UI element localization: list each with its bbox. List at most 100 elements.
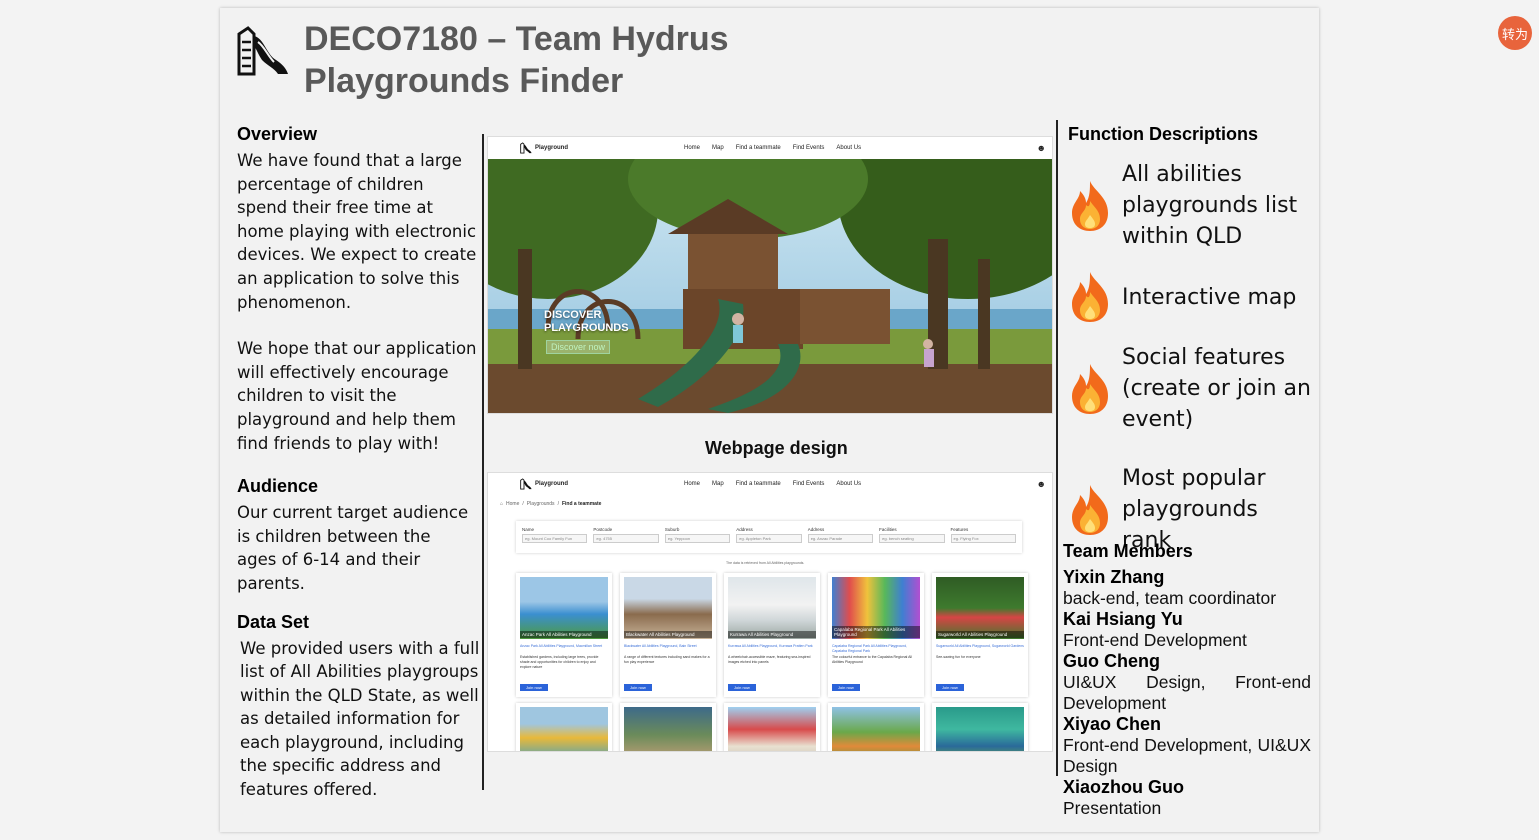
user-icon: ☻ — [1036, 479, 1046, 489]
function-item: Interactive map — [1068, 270, 1314, 324]
nav-find-events: Find Events — [792, 145, 825, 151]
homepage-nav-links: Home Map Find a teammate Find Events Abo… — [684, 145, 861, 151]
right-column: Function Descriptions All abilities play… — [1068, 124, 1314, 574]
homepage-screenshot: Playground Home Map Find a teammate Find… — [487, 136, 1053, 414]
nav-home: Home — [684, 145, 701, 151]
search-filters: Name eg. Mount Coo Family Fun Postcode eg.… — [516, 521, 1022, 553]
hero-line-2: PLAYGROUNDS — [544, 322, 629, 334]
member-name: Guo Cheng — [1063, 651, 1160, 671]
function-item: Social features (create or join an event… — [1068, 342, 1314, 435]
column-divider-left — [482, 134, 484, 790]
card-photo — [624, 707, 712, 751]
playground-cards-row-2 — [516, 703, 1028, 751]
function-text: All abilities playgrounds list within QL… — [1122, 162, 1298, 249]
member-role: UI&UX Design, Front-end Development — [1063, 672, 1311, 713]
overview-paragraph-1: We have found that a large percentage of… — [237, 151, 477, 312]
nav-map: Map — [712, 145, 724, 151]
card-photo — [936, 707, 1024, 751]
playground-cards: Anzac Park All Abilities Playground Anza… — [516, 573, 1028, 697]
card-photo — [832, 707, 920, 751]
overview-paragraph-2: We hope that our application will effect… — [237, 339, 477, 453]
hero-image: DISCOVER PLAYGROUNDS Discover now — [488, 159, 1052, 413]
nav-about-us: About Us — [836, 145, 862, 151]
fire-icon — [1072, 484, 1108, 535]
join-now-button: Join now — [624, 684, 652, 691]
poster-title: DECO7180 – Team Hydrus Playgrounds Finde… — [304, 18, 729, 102]
filter-address-2: Address eg. Anzac Parade — [807, 527, 874, 547]
function-descriptions-heading: Function Descriptions — [1068, 124, 1259, 144]
playground-card: Anzac Park All Abilities Playground Anza… — [516, 573, 612, 697]
card-photo: Anzac Park All Abilities Playground — [520, 577, 608, 639]
filter-postcode: Postcode eg. 4755 — [593, 527, 659, 547]
playground-logo-icon — [520, 142, 532, 154]
fire-icon — [1072, 363, 1108, 414]
team-members-heading: Team Members — [1063, 541, 1193, 561]
hero-line-1: DISCOVER — [544, 309, 602, 321]
audience-heading: Audience — [237, 476, 319, 497]
home-icon: ⌂ — [500, 501, 504, 507]
card-photo: Kurrawa All Abilities Playground — [728, 577, 816, 639]
discover-now-button: Discover now — [546, 340, 611, 354]
member-name: Xiyao Chen — [1063, 714, 1162, 734]
card-photo: Blackwater All Abilities Playground — [624, 577, 712, 639]
overview-heading: Overview — [237, 124, 318, 144]
card-photo: Sugarworld All Abilities Playground — [936, 577, 1024, 639]
translate-button[interactable]: 转为 — [1498, 16, 1532, 50]
data-source-note: The data is retrieved from All Abilities… — [726, 561, 805, 565]
filter-features: Features eg. Flying Fox — [950, 527, 1016, 547]
member-role: Front-end Development, UI&UX Design — [1063, 735, 1311, 776]
member-name: Xiaozhou Guo — [1063, 777, 1184, 797]
playground-card — [932, 703, 1028, 751]
card-photo: Capalaba Regional Park All Abilities Pla… — [832, 577, 920, 639]
webpage-design-caption: Webpage design — [705, 438, 848, 458]
join-now-button: Join now — [936, 684, 964, 691]
playground-card: Sugarworld All Abilities Playground Suga… — [932, 573, 1028, 697]
nav-find-teammate: Find a teammate — [735, 481, 781, 487]
nav-about-us: About Us — [836, 481, 862, 487]
join-now-button: Join now — [728, 684, 756, 691]
filter-suburb: Suburb eg. Yeppoon — [664, 527, 731, 547]
breadcrumb-current: Find a teammate — [561, 501, 602, 507]
function-text: Interactive map — [1122, 284, 1297, 310]
nav-find-events: Find Events — [792, 481, 825, 487]
nav-find-teammate: Find a teammate — [735, 145, 781, 151]
homepage-navbar: Playground Home Map Find a teammate Find… — [488, 137, 1052, 159]
user-icon: ☻ — [1036, 143, 1046, 153]
member-role: Presentation — [1063, 798, 1162, 818]
teammate-brand-label: Playground — [535, 481, 569, 487]
dataset-heading: Data Set — [237, 611, 310, 632]
join-now-button: Join now — [832, 684, 860, 691]
playground-logo-icon — [520, 478, 532, 490]
playground-photo — [488, 159, 1052, 413]
homepage-brand: Playground — [520, 142, 568, 154]
team-members: Team Members Yixin Zhang back-end, team … — [1063, 541, 1311, 819]
member-name: Kai Hsiang Yu — [1063, 609, 1183, 629]
playground-card — [620, 703, 716, 751]
card-photo — [520, 707, 608, 751]
playground-card — [516, 703, 612, 751]
left-column: Overview We have found that a large perc… — [237, 124, 480, 802]
playground-card: Capalaba Regional Park All Abilities Pla… — [828, 573, 924, 697]
filter-facilities: Facilities eg. bench seating — [879, 527, 945, 547]
card-photo — [728, 707, 816, 751]
find-teammate-screenshot: Playground Home Map Find a teammate Find… — [487, 472, 1053, 752]
title-line-1: DECO7180 – Team Hydrus — [304, 20, 729, 58]
function-item: All abilities playgrounds list within QL… — [1068, 159, 1314, 252]
column-divider-right — [1056, 120, 1058, 776]
breadcrumb-home: Home — [506, 501, 520, 507]
audience-text: Our current target audience is children … — [237, 503, 469, 593]
playground-card — [828, 703, 924, 751]
nav-home: Home — [684, 481, 701, 487]
playground-card: Blackwater All Abilities Playground Blac… — [620, 573, 716, 697]
hero-headline: DISCOVER PLAYGROUNDS — [544, 309, 629, 335]
join-now-button: Join now — [520, 684, 548, 691]
playground-card — [724, 703, 820, 751]
member-name: Yixin Zhang — [1063, 567, 1165, 587]
nav-map: Map — [712, 481, 724, 487]
filter-address-1: Address eg. Appleton Park — [736, 527, 802, 547]
teammate-nav-links: Home Map Find a teammate Find Events Abo… — [684, 481, 861, 487]
playground-slide-logo-icon — [236, 26, 290, 76]
function-text: Social features (create or join an event… — [1122, 345, 1311, 432]
dataset-text: We provided users with a full list of Al… — [240, 638, 480, 800]
fire-icon — [1072, 180, 1108, 231]
